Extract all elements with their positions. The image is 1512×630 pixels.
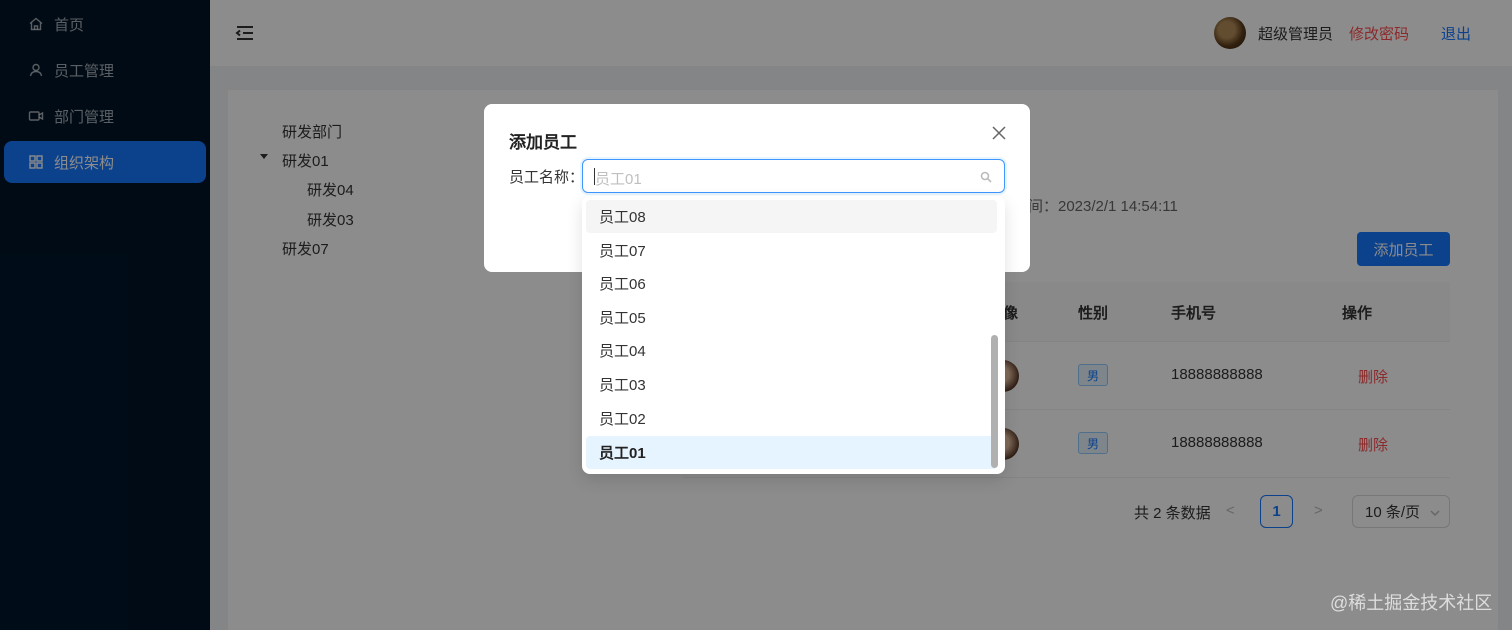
dropdown-option[interactable]: 员工02: [586, 402, 997, 435]
watermark: @稀土掘金技术社区: [1330, 593, 1493, 613]
dropdown-option[interactable]: 员工08: [586, 200, 997, 233]
employee-dropdown: 员工08 员工07 员工06 员工05 员工04 员工03 员工02 员工01: [582, 196, 1005, 474]
dropdown-option[interactable]: 员工06: [586, 267, 997, 300]
dropdown-option[interactable]: 员工03: [586, 368, 997, 401]
text-cursor: [594, 168, 595, 185]
employee-name-select[interactable]: 员工01: [582, 159, 1005, 193]
dropdown-scrollbar[interactable]: [991, 335, 998, 468]
dropdown-option[interactable]: 员工07: [586, 234, 997, 267]
modal-title: 添加员工: [509, 133, 577, 152]
dropdown-option-selected[interactable]: 员工01: [586, 436, 997, 469]
select-placeholder: 员工01: [595, 171, 642, 188]
close-icon[interactable]: [990, 124, 1008, 142]
search-icon: [980, 170, 992, 183]
dropdown-option[interactable]: 员工04: [586, 334, 997, 367]
dropdown-option[interactable]: 员工05: [586, 301, 997, 334]
employee-name-label: 员工名称：: [509, 169, 585, 186]
